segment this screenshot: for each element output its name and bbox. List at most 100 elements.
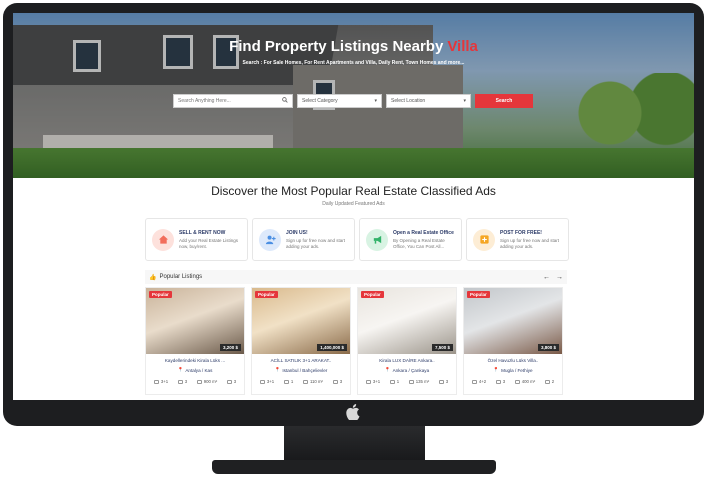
feature-card-join[interactable]: JOIN US! Sign up for free now and start … bbox=[252, 218, 355, 261]
feature-title: POST FOR FREE! bbox=[500, 230, 542, 237]
popular-badge: Popular bbox=[255, 291, 278, 298]
feature-card-post[interactable]: POST FOR FREE! Sign up for free now and … bbox=[466, 218, 569, 261]
listing-location: 📍 Ankara / Çankaya bbox=[358, 367, 456, 373]
map-pin-icon: 📍 bbox=[177, 367, 184, 372]
price-tag: 7,500 $ bbox=[431, 344, 453, 351]
listing-location-text: Mugla / Fethiye bbox=[501, 367, 533, 373]
arrow-right-icon[interactable]: → bbox=[556, 274, 563, 281]
floor-info: 2 bbox=[544, 379, 555, 384]
area-icon bbox=[196, 379, 202, 384]
carousel-controls: ← → bbox=[543, 274, 563, 281]
feature-cards: SELL & RENT NOW Add your Real Estate Lis… bbox=[145, 218, 569, 261]
search-button[interactable]: Search bbox=[475, 94, 533, 108]
listing-image[interactable]: Popular 1,400,000 $ bbox=[252, 288, 350, 354]
bath-icon bbox=[177, 379, 183, 384]
floor-icon bbox=[332, 379, 338, 384]
rooms-value: 3+1 bbox=[266, 379, 275, 384]
listing-location: 📍 Antalya / Kas bbox=[146, 367, 244, 373]
area-info: 900 m² bbox=[196, 379, 218, 384]
section-subtitle: Daily Updated Featured Ads bbox=[322, 201, 385, 207]
feature-title: SELL & RENT NOW bbox=[179, 230, 226, 237]
listing-title[interactable]: Özel Havuzlu Lüks Villa.. bbox=[464, 358, 562, 363]
area-icon bbox=[514, 379, 520, 384]
rooms-value: 3+1 bbox=[372, 379, 381, 384]
megaphone-icon bbox=[366, 228, 388, 251]
feature-desc: By Opening a Real Estate Office, You Can… bbox=[393, 238, 445, 249]
bed-icon bbox=[153, 379, 159, 384]
floor-info: 3 bbox=[226, 379, 237, 384]
area-info: 400 m² bbox=[514, 379, 535, 384]
area-info: 135 m² bbox=[408, 379, 430, 384]
monitor-stand-neck bbox=[284, 426, 425, 462]
floor-icon bbox=[544, 379, 550, 384]
feature-title: JOIN US! bbox=[286, 230, 308, 237]
map-pin-icon: 📍 bbox=[384, 367, 391, 372]
listing-meta: 4+2 3 400 m² 2 bbox=[464, 379, 562, 384]
feature-card-office[interactable]: Open a Real Estate Office By Opening a R… bbox=[359, 218, 462, 261]
listing-card[interactable]: Popular 3,800 $ Özel Havuzlu Lüks Villa.… bbox=[463, 287, 563, 395]
listing-location: 📍 Mugla / Fethiye bbox=[464, 367, 562, 373]
listing-card[interactable]: Popular 3,200 $ Kaydellerindeki Kirala L… bbox=[145, 287, 245, 395]
rooms-info: 3+1 bbox=[153, 379, 168, 384]
floor-value: 2 bbox=[551, 379, 555, 384]
rooms-value: 4+2 bbox=[478, 379, 487, 384]
listing-location: 📍 Istanbul / Bahçelievler bbox=[252, 367, 350, 373]
floor-value: 3 bbox=[233, 379, 237, 384]
feature-desc: Add your Real Estate Listings now, buy/r… bbox=[179, 238, 239, 249]
baths-value: 3 bbox=[502, 379, 506, 384]
category-select[interactable]: Select Category ▾ bbox=[297, 94, 382, 108]
listing-title[interactable]: Kaydellerindeki Kirala Lüks ... bbox=[146, 358, 244, 363]
popular-listings-title: 👍 Popular Listings bbox=[149, 274, 202, 281]
listing-cards: Popular 3,200 $ Kaydellerindeki Kirala L… bbox=[145, 287, 567, 395]
listing-image[interactable]: Popular 3,800 $ bbox=[464, 288, 562, 354]
area-value: 135 m² bbox=[415, 379, 430, 384]
feature-title: Open a Real Estate Office bbox=[393, 230, 454, 237]
baths-info: 1 bbox=[389, 379, 399, 384]
chevron-down-icon: ▾ bbox=[463, 98, 466, 104]
floor-value: 3 bbox=[339, 379, 343, 384]
hero-title-text: Find Property Listings Nearby bbox=[229, 38, 444, 55]
bath-icon bbox=[495, 379, 501, 384]
listing-image[interactable]: Popular 3,200 $ bbox=[146, 288, 244, 354]
listing-location-text: Antalya / Kas bbox=[185, 367, 213, 373]
baths-value: 1 bbox=[290, 379, 294, 384]
listing-image[interactable]: Popular 7,500 $ bbox=[358, 288, 456, 354]
floor-icon bbox=[438, 379, 444, 384]
listing-title[interactable]: ACİLL SATILIK 3+1 ARAKAT.. bbox=[252, 358, 350, 363]
search-bar: Search Anything Here... Select Category … bbox=[173, 94, 533, 108]
map-pin-icon: 📍 bbox=[274, 367, 281, 372]
feature-card-sell-rent[interactable]: SELL & RENT NOW Add your Real Estate Lis… bbox=[145, 218, 248, 261]
area-value: 900 m² bbox=[203, 379, 218, 384]
chevron-down-icon: ▾ bbox=[374, 98, 377, 104]
bed-icon bbox=[259, 379, 265, 384]
listing-meta: 3+1 1 135 m² 3 bbox=[358, 379, 456, 384]
baths-value: 3 bbox=[184, 379, 188, 384]
feature-desc: Sign up for free now and start adding yo… bbox=[500, 238, 560, 249]
popular-listings-header: 👍 Popular Listings ← → bbox=[145, 270, 567, 284]
category-select-value: Select Category bbox=[302, 98, 338, 104]
listing-card[interactable]: Popular 7,500 $ Kirala LUX DAİRE Ankara.… bbox=[357, 287, 457, 395]
popular-listings: 👍 Popular Listings ← → Popular 3,200 $ K… bbox=[145, 270, 567, 400]
price-tag: 1,400,000 $ bbox=[317, 344, 347, 351]
popular-listings-title-text: Popular Listings bbox=[159, 274, 203, 280]
price-tag: 3,200 $ bbox=[219, 344, 241, 351]
popular-badge: Popular bbox=[149, 291, 172, 298]
bed-icon bbox=[471, 379, 477, 384]
baths-info: 3 bbox=[177, 379, 188, 384]
monitor-frame: Find Property Listings Nearby Villa Searc… bbox=[3, 3, 704, 426]
arrow-left-icon[interactable]: ← bbox=[543, 274, 550, 281]
floor-info: 3 bbox=[332, 379, 343, 384]
listing-card[interactable]: Popular 1,400,000 $ ACİLL SATILIK 3+1 AR… bbox=[251, 287, 351, 395]
listing-meta: 3+1 1 110 m² 3 bbox=[252, 379, 350, 384]
monitor-stand-base bbox=[212, 460, 496, 474]
location-select-value: Select Location bbox=[391, 98, 426, 104]
rooms-info: 3+1 bbox=[259, 379, 275, 384]
search-input[interactable]: Search Anything Here... bbox=[173, 94, 293, 108]
location-select[interactable]: Select Location ▾ bbox=[386, 94, 471, 108]
listing-title[interactable]: Kirala LUX DAİRE Ankara.. bbox=[358, 358, 456, 363]
listing-meta: 3+1 3 900 m² 3 bbox=[146, 379, 244, 384]
floor-icon bbox=[226, 379, 232, 384]
hero-banner: Find Property Listings Nearby Villa Searc… bbox=[13, 13, 694, 178]
floor-info: 3 bbox=[438, 379, 448, 384]
search-placeholder: Search Anything Here... bbox=[178, 98, 231, 104]
